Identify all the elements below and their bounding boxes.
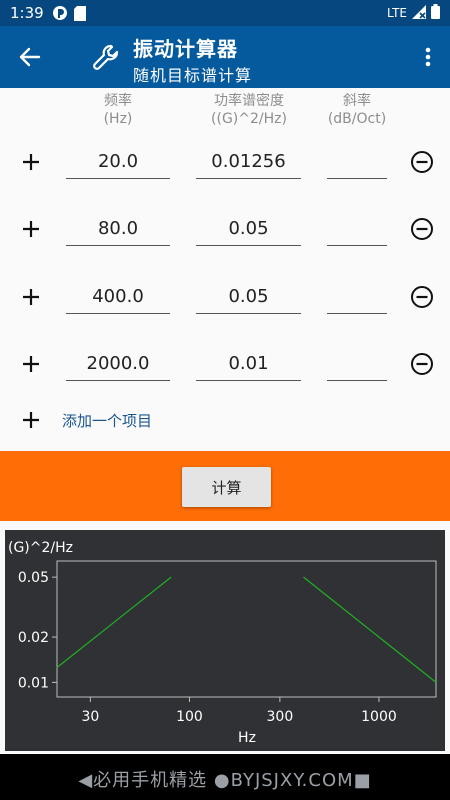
app-bar: 振动计算器 随机目标谱计算 [0, 26, 450, 88]
remove-circle-icon [411, 353, 433, 375]
psd-series-line-2 [303, 576, 437, 683]
header-slope: 斜率 (dB/Oct) [302, 92, 412, 128]
slope-input[interactable] [327, 145, 387, 179]
header-slope-unit: (dB/Oct) [327, 111, 387, 127]
add-item-link[interactable]: 添加一个项目 [62, 410, 152, 431]
arrow-back-icon [19, 47, 41, 67]
slope-input[interactable] [327, 347, 387, 381]
psd-input[interactable]: 0.05 [196, 280, 301, 314]
add-item-button[interactable] [18, 407, 44, 433]
network-type: LTE [387, 6, 407, 20]
psd-chart-panel: (G)^2/Hz Hz 30 100 300 1000 0.01 0.02 0.05 [5, 530, 445, 751]
plus-icon [23, 412, 39, 428]
x-tick-label: 30 [81, 709, 99, 725]
psd-chart: (G)^2/Hz Hz 30 100 300 1000 0.01 0.02 0.05 [8, 540, 437, 746]
x-tick-label: 300 [267, 709, 294, 725]
insert-row-button[interactable] [18, 149, 44, 175]
psd-input[interactable]: 0.05 [196, 212, 301, 246]
slope-input[interactable] [327, 280, 387, 314]
header-psd-label: 功率谱密度 [214, 93, 284, 109]
app-title: 振动计算器 [133, 37, 238, 61]
calculate-button[interactable]: 计算 [182, 467, 271, 507]
frequency-input[interactable]: 2000.0 [66, 347, 170, 381]
plus-icon [23, 221, 39, 237]
watermark-text: ◀必用手机精选 ●BYJSJXY.COM■ [78, 770, 372, 791]
header-frequency: 频率 (Hz) [63, 92, 173, 128]
remove-row-button[interactable] [408, 148, 436, 176]
app-subtitle: 随机目标谱计算 [133, 66, 253, 85]
header-psd: 功率谱密度 ((G)^2/Hz) [194, 92, 304, 128]
overflow-menu-button[interactable] [414, 41, 442, 73]
status-bar: 1:39 LTE [0, 0, 450, 26]
x-tick-label: 100 [176, 709, 203, 725]
frequency-input[interactable]: 20.0 [66, 145, 170, 179]
signal-icon [412, 4, 426, 22]
remove-circle-icon [411, 151, 433, 173]
insert-row-button[interactable] [18, 284, 44, 310]
remove-row-button[interactable] [408, 283, 436, 311]
psd-input[interactable]: 0.01256 [196, 145, 301, 179]
remove-row-button[interactable] [408, 215, 436, 243]
battery-icon [431, 4, 440, 22]
plus-icon [23, 356, 39, 372]
app-notification-icon [52, 5, 68, 21]
y-tick-label: 0.01 [18, 675, 49, 691]
frequency-input[interactable]: 80.0 [66, 212, 170, 246]
insert-row-button[interactable] [18, 351, 44, 377]
y-tick-label: 0.02 [18, 630, 49, 646]
header-frequency-label: 频率 [104, 93, 132, 109]
plus-icon [23, 154, 39, 170]
status-right: LTE [387, 4, 440, 22]
plot-area-frame [56, 560, 437, 698]
frequency-input[interactable]: 400.0 [66, 280, 170, 314]
psd-input[interactable]: 0.01 [196, 347, 301, 381]
remove-circle-icon [411, 286, 433, 308]
header-frequency-unit: (Hz) [103, 111, 133, 127]
slope-input[interactable] [327, 212, 387, 246]
x-axis-label: Hz [238, 730, 256, 746]
plus-icon [23, 289, 39, 305]
insert-row-button[interactable] [18, 216, 44, 242]
remove-circle-icon [411, 218, 433, 240]
y-axis-label: (G)^2/Hz [8, 540, 73, 556]
status-time: 1:39 [10, 4, 44, 22]
header-psd-unit: ((G)^2/Hz) [211, 111, 287, 127]
remove-row-button[interactable] [408, 350, 436, 378]
sd-card-icon [73, 5, 86, 21]
more-vert-icon [425, 47, 431, 67]
back-button[interactable] [14, 41, 46, 73]
x-tick-label: 1000 [361, 709, 397, 725]
header-slope-label: 斜率 [343, 93, 371, 109]
psd-series-line-1 [56, 576, 172, 668]
y-tick-label: 0.05 [18, 570, 49, 586]
wrench-icon [88, 40, 124, 76]
